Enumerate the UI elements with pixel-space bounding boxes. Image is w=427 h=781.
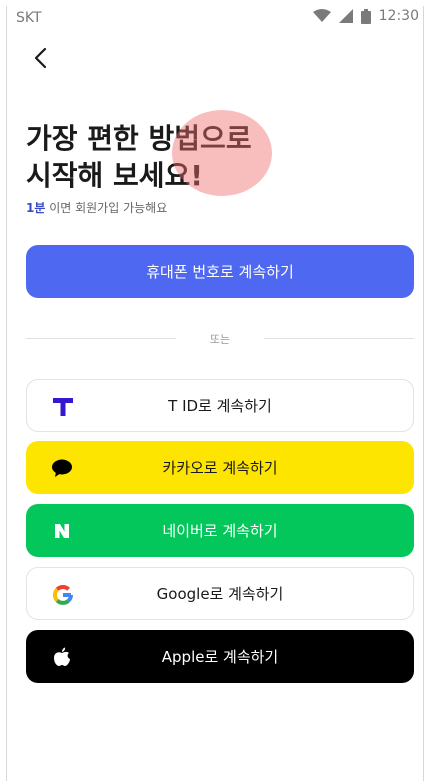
status-icons: 12:30 — [312, 8, 419, 24]
google-logo-icon — [51, 583, 75, 607]
or-divider: 또는 — [26, 331, 414, 346]
clock: 12:30 — [378, 8, 419, 24]
carrier-label: SKT — [16, 10, 42, 26]
divider-label: 또는 — [209, 333, 231, 346]
signal-icon — [338, 9, 353, 23]
battery-icon — [360, 8, 371, 24]
subtitle-text: 이면 회원가입 가능해요 — [45, 201, 168, 215]
status-bar: SKT 12:30 — [0, 0, 427, 38]
chevron-left-icon — [34, 47, 47, 69]
tid-button-label: T ID로 계속하기 — [168, 397, 272, 415]
google-button-label: Google로 계속하기 — [156, 585, 284, 603]
touch-indicator — [172, 110, 272, 196]
back-button[interactable] — [26, 44, 54, 72]
kakao-speech-bubble-icon — [50, 456, 74, 480]
divider-line-right — [264, 338, 414, 339]
continue-with-phone-button[interactable]: 휴대폰 번호로 계속하기 — [26, 245, 414, 298]
kakao-button-label: 카카오로 계속하기 — [162, 459, 278, 477]
continue-with-kakao-button[interactable]: 카카오로 계속하기 — [26, 441, 414, 494]
continue-with-naver-button[interactable]: 네이버로 계속하기 — [26, 504, 414, 557]
apple-button-label: Apple로 계속하기 — [161, 648, 279, 666]
naver-button-label: 네이버로 계속하기 — [162, 522, 278, 540]
phone-button-label: 휴대폰 번호로 계속하기 — [146, 263, 294, 281]
continue-with-tid-button[interactable]: T ID로 계속하기 — [26, 379, 414, 432]
subtitle-highlight: 1분 — [26, 201, 46, 215]
naver-logo-icon — [50, 519, 74, 543]
continue-with-google-button[interactable]: Google로 계속하기 — [26, 567, 414, 620]
page-subtitle: 1분 이면 회원가입 가능해요 — [26, 199, 167, 216]
tid-logo-icon — [51, 395, 75, 419]
wifi-icon — [312, 9, 331, 22]
continue-with-apple-button[interactable]: Apple로 계속하기 — [26, 630, 414, 683]
apple-logo-icon — [50, 645, 74, 669]
